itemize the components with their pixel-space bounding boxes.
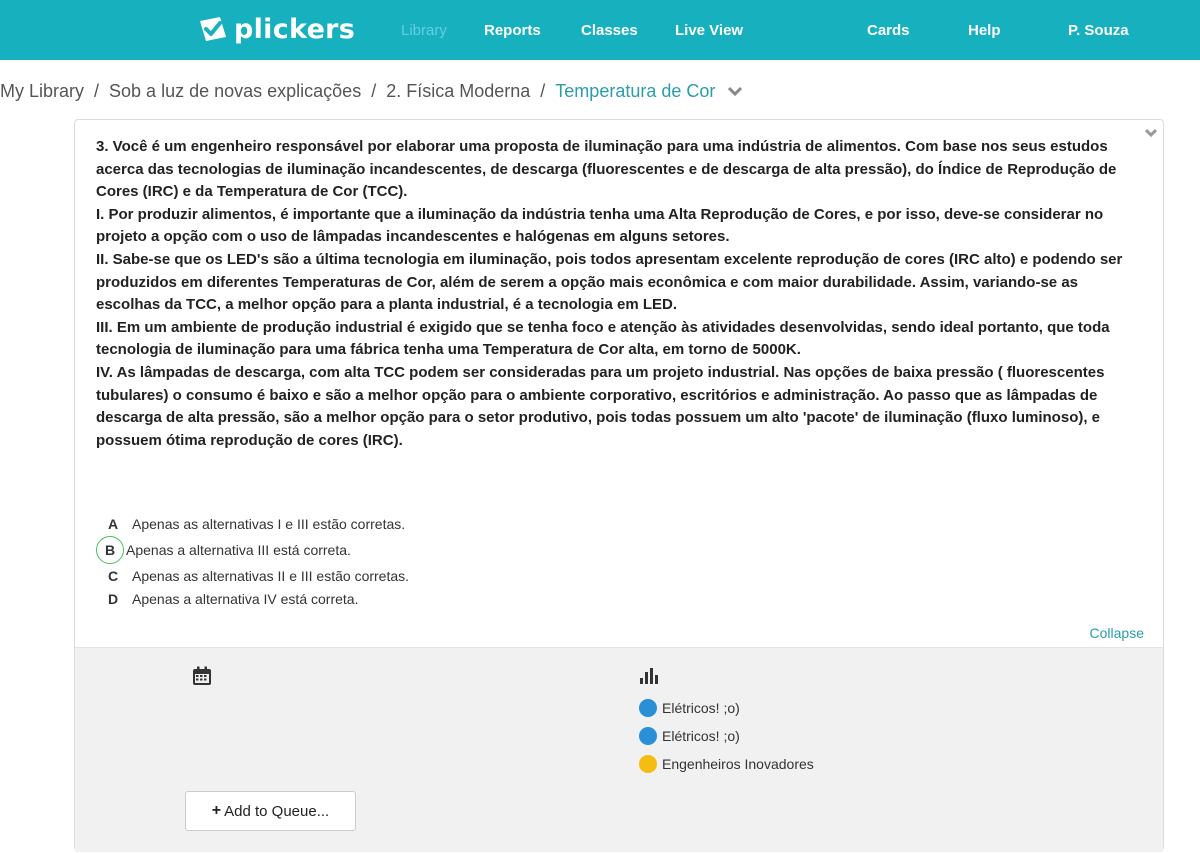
class-name: Elétricos! ;o) xyxy=(662,728,740,744)
bar-chart-icon xyxy=(640,668,658,689)
nav-cards[interactable]: Cards xyxy=(867,22,910,39)
add-to-queue-button[interactable]: + Add to Queue... xyxy=(185,791,356,831)
chevron-down-icon[interactable] xyxy=(728,83,743,99)
class-item[interactable]: Elétricos! ;o) xyxy=(639,722,814,750)
collapse-link[interactable]: Collapse xyxy=(1090,625,1144,641)
chevron-down-icon[interactable] xyxy=(1144,126,1158,140)
breadcrumb-current[interactable]: Temperatura de Cor xyxy=(555,81,715,101)
class-name: Engenheiros Inovadores xyxy=(662,756,814,772)
logo-text: plickers xyxy=(234,13,356,45)
question-item-i: I. Por produzir alimentos, é importante … xyxy=(96,205,1104,246)
answer-choices: A Apenas as alternativas I e III estão c… xyxy=(96,512,409,610)
question-text: 3. Você é um engenheiro responsável por … xyxy=(96,136,1146,452)
question-item-ii: II. Sabe-se que os LED's são a última te… xyxy=(96,250,1123,314)
logo-check-icon xyxy=(200,17,226,41)
answer-choice-a: A Apenas as alternativas I e III estão c… xyxy=(108,512,409,535)
answer-choice-c: C Apenas as alternativas II e III estão … xyxy=(108,564,409,587)
class-name: Elétricos! ;o) xyxy=(662,700,740,716)
plickers-logo[interactable]: plickers xyxy=(198,12,355,46)
top-navbar: plickers Library Reports Classes Live Vi… xyxy=(0,0,1200,60)
nav-user-menu[interactable]: P. Souza xyxy=(1068,22,1129,39)
answer-choice-b: B Apenas a alternativa III está correta. xyxy=(96,535,409,564)
answer-text: Apenas as alternativas I e III estão cor… xyxy=(132,515,406,532)
breadcrumb-separator: / xyxy=(94,80,100,101)
nav-classes[interactable]: Classes xyxy=(581,22,638,39)
answer-text: Apenas a alternativa IV está correta. xyxy=(132,590,359,607)
answer-letter-correct: B xyxy=(96,535,124,564)
class-color-dot xyxy=(639,727,657,745)
class-color-dot xyxy=(639,755,657,773)
breadcrumb-folder[interactable]: Sob a luz de novas explicações xyxy=(109,81,361,101)
nav-library[interactable]: Library xyxy=(401,22,447,39)
breadcrumb-subfolder[interactable]: 2. Física Moderna xyxy=(386,81,530,101)
answer-text: Apenas a alternativa III está correta. xyxy=(126,541,351,558)
nav-help[interactable]: Help xyxy=(968,22,1001,39)
breadcrumb-my-library[interactable]: My Library xyxy=(0,81,84,101)
nav-reports[interactable]: Reports xyxy=(484,22,541,39)
breadcrumb-separator: / xyxy=(371,80,377,101)
question-footer: Elétricos! ;o) Elétricos! ;o) Engenheiro… xyxy=(75,647,1163,852)
question-item-iv: IV. As lâmpadas de descarga, com alta TC… xyxy=(96,363,1105,449)
answer-text: Apenas as alternativas II e III estão co… xyxy=(132,567,410,584)
breadcrumb: My Library / Sob a luz de novas explicaçõe… xyxy=(0,80,743,102)
answer-letter: A xyxy=(108,515,119,532)
class-item[interactable]: Elétricos! ;o) xyxy=(639,694,814,722)
nav-live-view[interactable]: Live View xyxy=(675,22,743,39)
question-statement: 3. Você é um engenheiro responsável por … xyxy=(96,138,1117,201)
class-item[interactable]: Engenheiros Inovadores xyxy=(639,750,814,778)
add-to-queue-label: Add to Queue... xyxy=(224,802,330,820)
calendar-icon xyxy=(192,666,212,691)
question-item-iii: III. Em um ambiente de produção industri… xyxy=(96,318,1110,359)
answer-choice-d: D Apenas a alternativa IV está correta. xyxy=(108,587,409,610)
class-list: Elétricos! ;o) Elétricos! ;o) Engenheiro… xyxy=(639,694,814,778)
question-card: 3. Você é um engenheiro responsável por … xyxy=(74,119,1164,852)
answer-letter: D xyxy=(108,590,119,607)
breadcrumb-separator: / xyxy=(540,80,546,101)
answer-letter: C xyxy=(108,567,119,584)
class-color-dot xyxy=(639,699,657,717)
plus-icon: + xyxy=(211,802,222,819)
